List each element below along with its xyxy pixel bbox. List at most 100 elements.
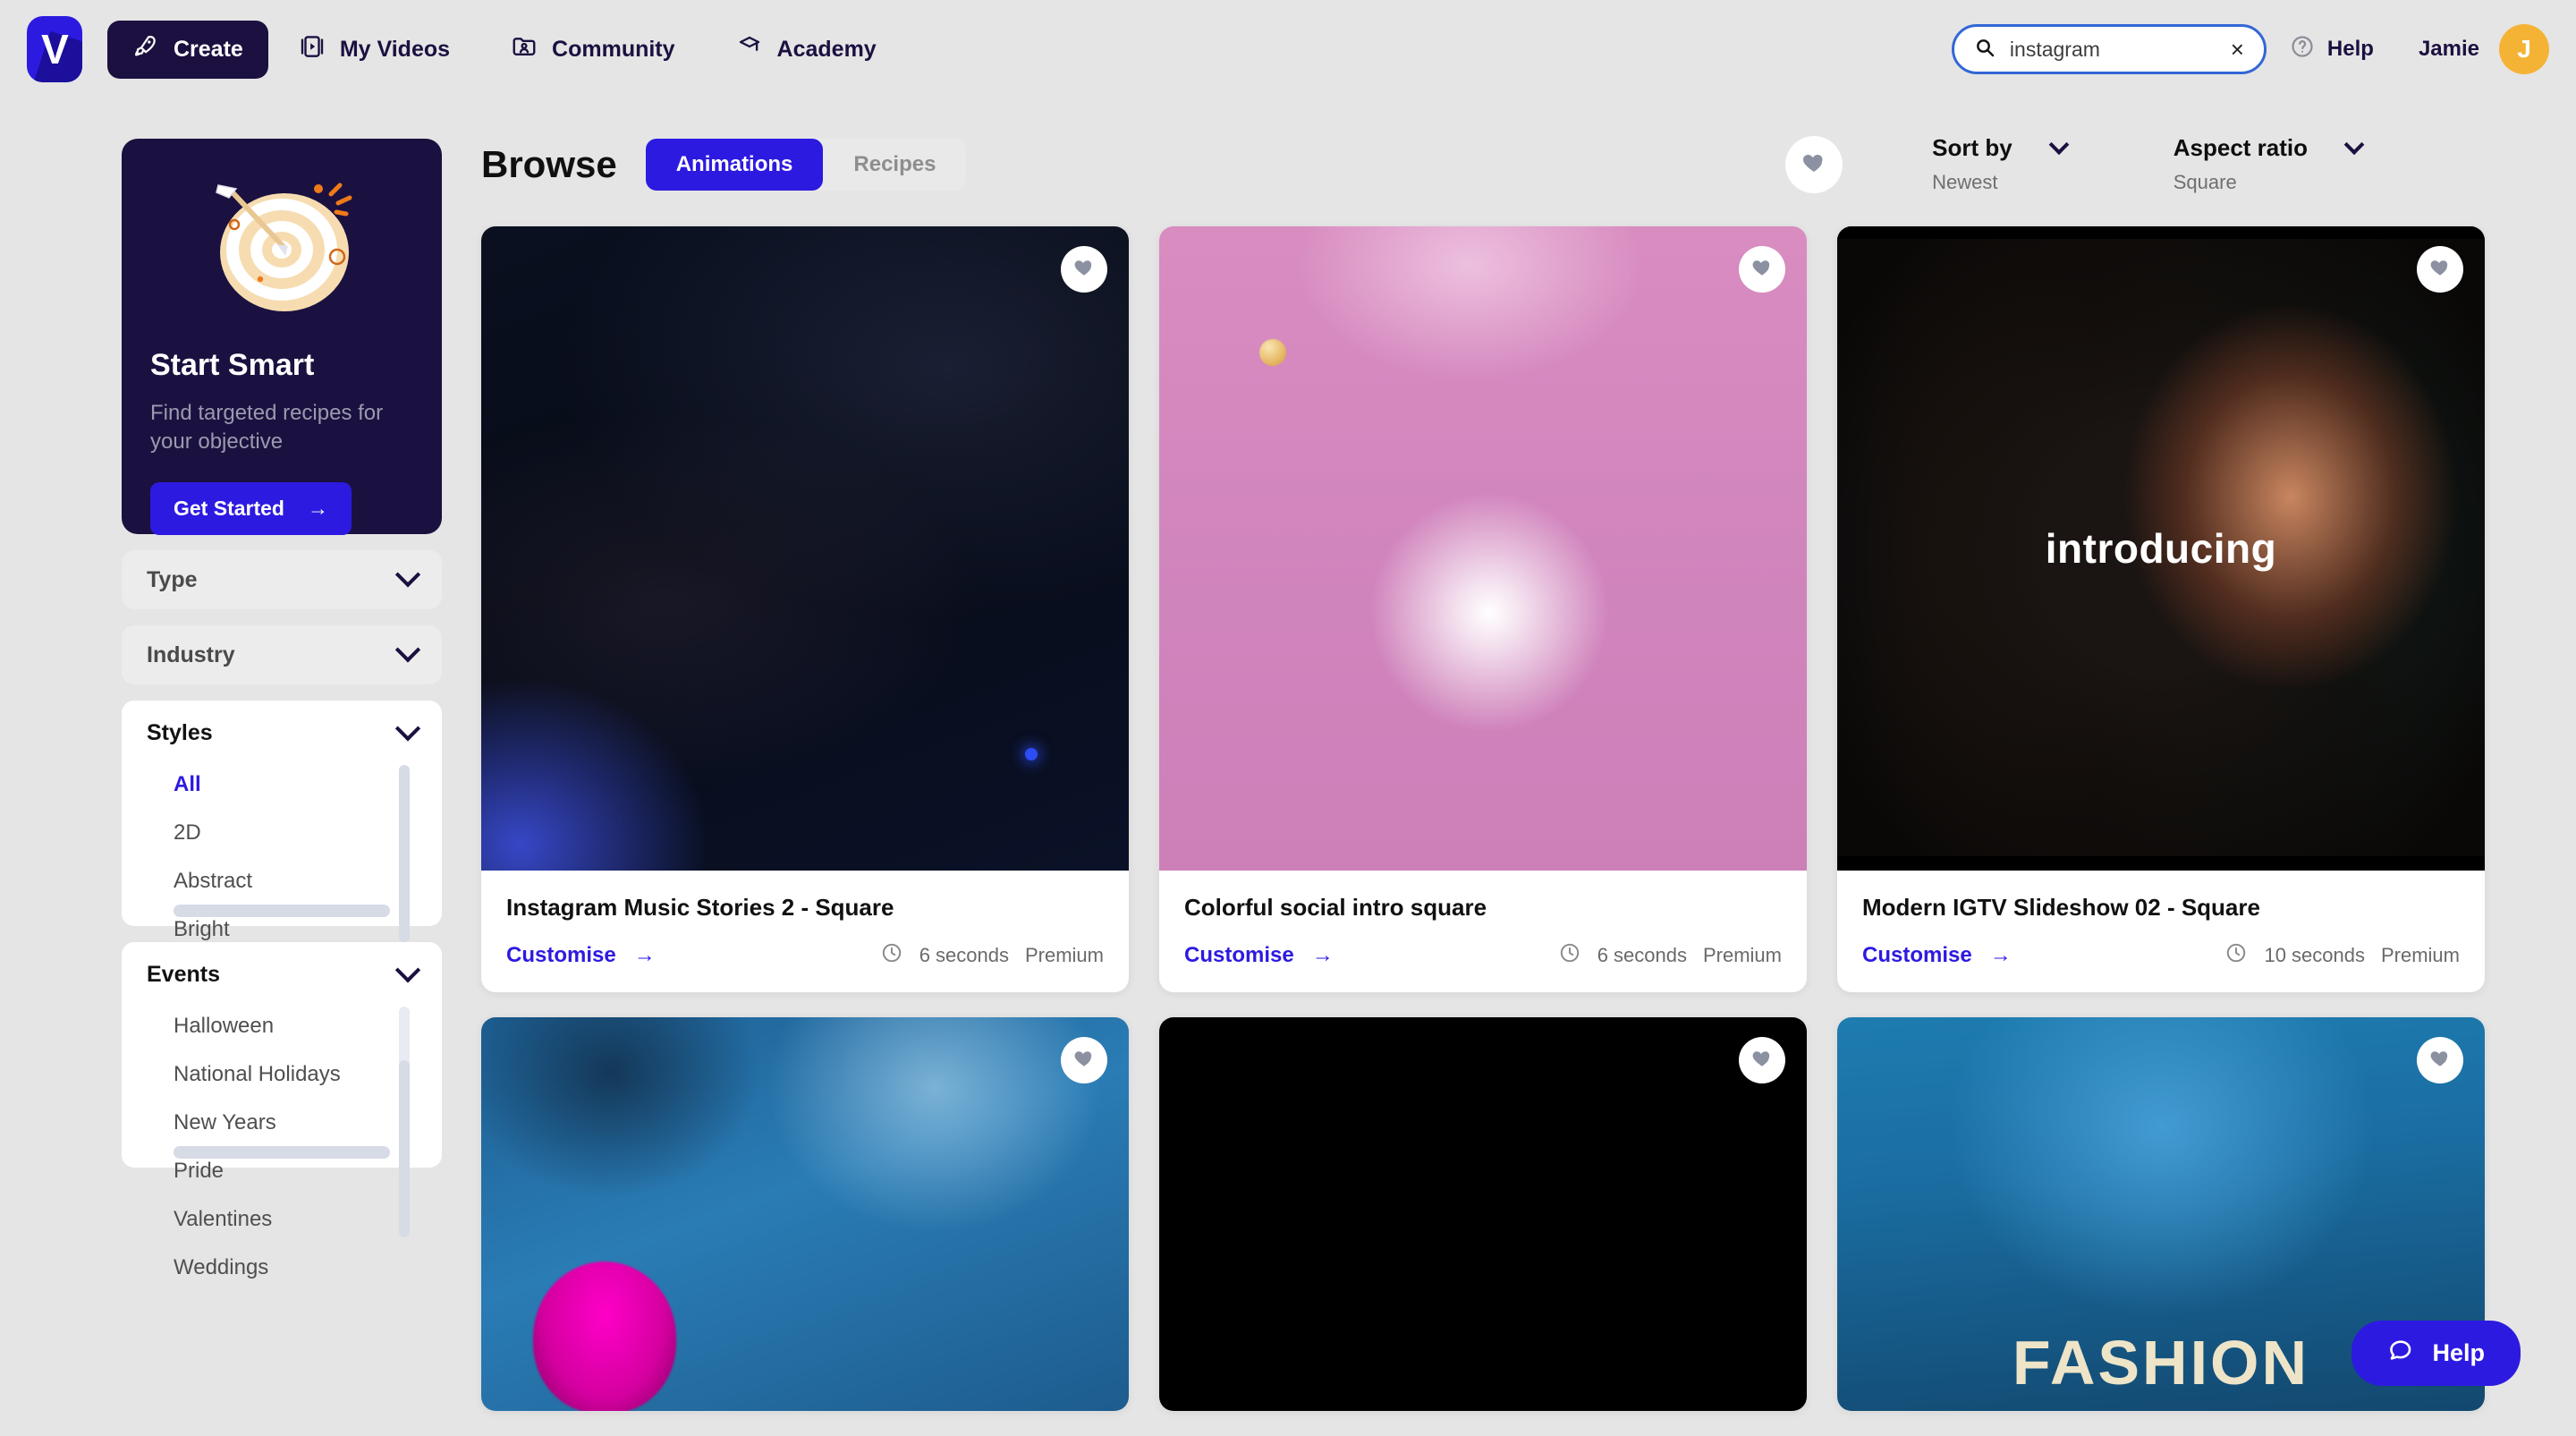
aspect-ratio-dropdown[interactable]: Aspect ratio Square — [2174, 134, 2361, 194]
favorite-button[interactable] — [1739, 1037, 1785, 1083]
academy-icon — [736, 33, 763, 66]
nav-label: Community — [552, 37, 675, 63]
nav-item-community[interactable]: Community — [480, 21, 706, 79]
avatar[interactable]: J — [2499, 24, 2549, 74]
customise-label: Customise — [1862, 943, 1972, 968]
template-card[interactable]: introducing Modern IGTV Slideshow 02 - S… — [1837, 226, 2485, 992]
template-card[interactable]: Instagram Music Stories 2 - Square Custo… — [481, 226, 1129, 992]
filter-header-events[interactable]: Events — [122, 962, 442, 988]
styles-horizontal-scrollbar[interactable] — [174, 905, 390, 917]
favorite-button[interactable] — [1061, 1037, 1107, 1083]
event-option-halloween[interactable]: Halloween — [174, 1002, 406, 1050]
favorite-button[interactable] — [2417, 246, 2463, 293]
filter-section-styles: Styles All 2D Abstract Bright Cartoon Ci… — [122, 701, 442, 926]
event-option-valentines[interactable]: Valentines — [174, 1195, 406, 1244]
style-option-abstract[interactable]: Abstract — [174, 857, 406, 905]
events-scrollbar-thumb[interactable] — [399, 1060, 410, 1237]
customise-button[interactable]: Customise → — [1862, 943, 2012, 968]
user-name[interactable]: Jamie — [2419, 37, 2479, 62]
card-duration: 6 seconds — [1597, 944, 1687, 967]
tab-recipes[interactable]: Recipes — [823, 139, 966, 191]
filters-sidebar: Start Smart Find targeted recipes for yo… — [122, 139, 442, 1168]
thumbnail-accent-dot — [1025, 748, 1038, 760]
card-thumbnail[interactable] — [481, 226, 1129, 871]
card-meta: Customise → 6 seconds Premium — [506, 941, 1104, 969]
card-body: Instagram Music Stories 2 - Square Custo… — [481, 871, 1129, 992]
create-button[interactable]: Create — [107, 21, 268, 79]
card-body: Modern IGTV Slideshow 02 - Square Custom… — [1837, 871, 2485, 992]
video-icon — [299, 33, 326, 66]
get-started-label: Get Started — [174, 497, 284, 521]
card-duration: 10 seconds — [2264, 944, 2365, 967]
get-started-button[interactable]: Get Started → — [150, 482, 352, 535]
aspect-ratio-value: Square — [2174, 171, 2361, 194]
favorite-button[interactable] — [1061, 246, 1107, 293]
event-option-weddings[interactable]: Weddings — [174, 1244, 406, 1292]
event-option-new-years[interactable]: New Years — [174, 1099, 406, 1147]
favorite-button[interactable] — [1739, 246, 1785, 293]
nav-label: Academy — [777, 37, 877, 63]
card-thumbnail[interactable] — [1159, 1017, 1807, 1411]
card-thumbnail[interactable] — [1159, 226, 1807, 871]
card-thumbnail[interactable] — [481, 1017, 1129, 1411]
clock-icon — [2224, 941, 2248, 969]
favorites-filter-button[interactable] — [1785, 136, 1843, 193]
arrow-right-icon: → — [1990, 943, 2012, 968]
heart-icon — [2428, 256, 2452, 284]
app-logo[interactable]: V — [27, 16, 82, 82]
customise-label: Customise — [506, 943, 616, 968]
customise-label: Customise — [1184, 943, 1294, 968]
template-card[interactable] — [481, 1017, 1129, 1411]
card-body: Colorful social intro square Customise →… — [1159, 871, 1807, 992]
nav-item-academy[interactable]: Academy — [706, 21, 907, 79]
card-tier-badge: Premium — [2381, 944, 2460, 967]
favorite-button[interactable] — [2417, 1037, 2463, 1083]
card-thumbnail[interactable]: introducing — [1837, 226, 2485, 871]
thumbnail-accent-shape — [533, 1262, 676, 1411]
styles-scrollbar-thumb[interactable] — [399, 765, 410, 942]
filter-section-type[interactable]: Type — [122, 550, 442, 609]
clear-search-icon[interactable]: × — [2231, 38, 2244, 61]
chevron-down-icon — [2048, 134, 2069, 155]
customise-button[interactable]: Customise → — [506, 943, 656, 968]
sort-by-header: Sort by — [1932, 134, 2066, 162]
sort-by-dropdown[interactable]: Sort by Newest — [1932, 134, 2066, 194]
search-icon — [1974, 37, 1996, 63]
help-widget-label: Help — [2432, 1339, 2485, 1367]
events-horizontal-scrollbar[interactable] — [174, 1146, 390, 1159]
logo-letter: V — [41, 29, 68, 70]
create-label: Create — [174, 37, 243, 63]
template-card[interactable] — [1159, 1017, 1807, 1411]
thumbnail-accent-ball — [1259, 339, 1286, 366]
search-box[interactable]: × — [1952, 24, 2267, 74]
help-chat-widget[interactable]: Help — [2351, 1321, 2521, 1386]
style-option-all[interactable]: All — [174, 760, 406, 809]
arrow-right-icon: → — [1312, 943, 1334, 968]
style-option-2d[interactable]: 2D — [174, 809, 406, 857]
heart-icon — [1801, 149, 1827, 181]
template-card[interactable]: Colorful social intro square Customise →… — [1159, 226, 1807, 992]
card-title: Colorful social intro square — [1184, 894, 1782, 922]
sort-by-value: Newest — [1932, 171, 2066, 194]
question-mark-icon — [2290, 34, 2315, 65]
app-header: V Create My Videos — [0, 0, 2576, 98]
card-meta: Customise → 10 seconds Premium — [1862, 941, 2460, 969]
nav-item-my-videos[interactable]: My Videos — [268, 21, 480, 79]
chevron-down-icon — [395, 957, 420, 982]
filter-header-styles[interactable]: Styles — [122, 720, 442, 746]
avatar-initial: J — [2517, 35, 2531, 64]
chat-bubble-icon — [2387, 1337, 2414, 1370]
search-input[interactable] — [2010, 38, 2216, 62]
event-option-national-holidays[interactable]: National Holidays — [174, 1050, 406, 1099]
main-nav: Create My Videos Community — [107, 21, 907, 79]
filter-section-events: Events Halloween National Holidays New Y… — [122, 942, 442, 1168]
arrow-right-icon: → — [634, 943, 656, 968]
help-link[interactable]: Help — [2290, 34, 2374, 65]
tab-animations[interactable]: Animations — [646, 139, 824, 191]
card-title: Modern IGTV Slideshow 02 - Square — [1862, 894, 2460, 922]
filter-title: Industry — [147, 642, 235, 668]
clock-icon — [880, 941, 903, 969]
filter-section-industry[interactable]: Industry — [122, 625, 442, 684]
customise-button[interactable]: Customise → — [1184, 943, 1334, 968]
browse-tools: Sort by Newest Aspect ratio Square — [1785, 134, 2576, 194]
